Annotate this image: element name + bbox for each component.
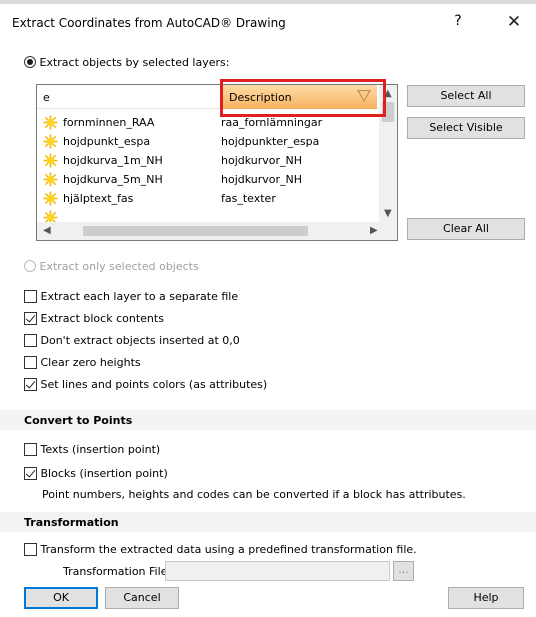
select-visible-button[interactable]: Select Visible	[407, 117, 525, 139]
skip-origin-checkbox[interactable]: Don't extract objects inserted at 0,0	[24, 334, 240, 347]
layer-sun-icon	[43, 153, 58, 168]
layer-name: hjälptext_fas	[63, 192, 134, 205]
horizontal-scrollbar[interactable]: ◀ ▶	[37, 222, 397, 240]
top-edge-strip	[0, 0, 536, 4]
scroll-right-icon[interactable]: ▶	[370, 226, 378, 236]
checkbox-indicator[interactable]	[24, 443, 37, 456]
radio-indicator[interactable]	[24, 260, 36, 272]
block-contents-checkbox[interactable]: Extract block contents	[24, 312, 164, 325]
ok-button[interactable]: OK	[24, 587, 98, 609]
layer-name: hojdkurva_5m_NH	[63, 173, 163, 186]
transformation-file-input[interactable]	[165, 561, 390, 581]
layer-sun-icon	[43, 115, 58, 130]
set-colors-label: Set lines and points colors (as attribut…	[40, 378, 268, 391]
list-item[interactable]: hjälptext_fas fas_texter	[37, 189, 379, 208]
texts-label: Texts (insertion point)	[40, 443, 161, 456]
checkbox-indicator[interactable]	[24, 356, 37, 369]
scroll-left-icon[interactable]: ◀	[43, 226, 51, 236]
scroll-down-icon[interactable]: ▼	[384, 209, 392, 219]
extract-only-selected-radio[interactable]: Extract only selected objects	[24, 260, 199, 273]
browse-button[interactable]: ...	[393, 561, 414, 581]
layer-description: raa_fornlämningar	[221, 116, 323, 129]
list-item[interactable]: hojdpunkt_espa hojdpunkter_espa	[37, 132, 379, 151]
clear-all-button[interactable]: Clear All	[407, 218, 525, 240]
skip-origin-label: Don't extract objects inserted at 0,0	[40, 334, 240, 347]
layer-sun-icon	[43, 134, 58, 149]
separate-file-label: Extract each layer to a separate file	[40, 290, 239, 303]
layer-name: fornminnen_RAA	[63, 116, 155, 129]
checkbox-indicator[interactable]	[24, 334, 37, 347]
transformation-heading: Transformation	[24, 516, 119, 529]
select-all-button[interactable]: Select All	[407, 85, 525, 107]
layer-description: hojdkurvor_NH	[221, 154, 303, 167]
horizontal-scroll-thumb[interactable]	[83, 226, 308, 236]
checkbox-indicator[interactable]	[24, 467, 37, 480]
convert-note: Point numbers, heights and codes can be …	[42, 488, 466, 501]
layer-description: hojdpunkter_espa	[221, 135, 320, 148]
list-item[interactable]: hojdkurva_5m_NH hojdkurvor_NH	[37, 170, 379, 189]
clear-zero-heights-checkbox[interactable]: Clear zero heights	[24, 356, 141, 369]
checkbox-indicator[interactable]	[24, 378, 37, 391]
blocks-label: Blocks (insertion point)	[40, 467, 168, 480]
annotation-highlight-box	[220, 79, 386, 117]
texts-checkbox[interactable]: Texts (insertion point)	[24, 443, 160, 456]
layer-name: hojdkurva_1m_NH	[63, 154, 163, 167]
layer-sun-icon	[43, 191, 58, 206]
window-title: Extract Coordinates from AutoCAD® Drawin…	[12, 16, 286, 30]
help-icon[interactable]: ?	[450, 13, 466, 29]
radio-indicator[interactable]	[24, 56, 36, 68]
set-colors-checkbox[interactable]: Set lines and points colors (as attribut…	[24, 378, 267, 391]
checkbox-indicator[interactable]	[24, 290, 37, 303]
separate-file-checkbox[interactable]: Extract each layer to a separate file	[24, 290, 238, 303]
list-item[interactable]: hojdkurva_1m_NH hojdkurvor_NH	[37, 151, 379, 170]
clear-zero-heights-label: Clear zero heights	[40, 356, 141, 369]
help-button[interactable]: Help	[448, 587, 524, 609]
layer-description: fas_texter	[221, 192, 276, 205]
layer-sun-icon	[43, 172, 58, 187]
block-contents-label: Extract block contents	[40, 312, 164, 325]
close-icon[interactable]: ✕	[500, 10, 528, 34]
blocks-checkbox[interactable]: Blocks (insertion point)	[24, 467, 168, 480]
transform-checkbox[interactable]: Transform the extracted data using a pre…	[24, 543, 417, 556]
extract-by-layers-radio[interactable]: Extract objects by selected layers:	[24, 56, 229, 69]
cancel-button[interactable]: Cancel	[105, 587, 179, 609]
layer-name: hojdpunkt_espa	[63, 135, 151, 148]
convert-heading: Convert to Points	[24, 414, 133, 427]
layer-description: hojdkurvor_NH	[221, 173, 303, 186]
checkbox-indicator[interactable]	[24, 312, 37, 325]
transform-label: Transform the extracted data using a pre…	[40, 543, 417, 556]
checkbox-indicator[interactable]	[24, 543, 37, 556]
column-header-name[interactable]: e	[43, 91, 50, 104]
extract-by-layers-label: Extract objects by selected layers:	[39, 56, 230, 69]
extract-only-selected-label: Extract only selected objects	[39, 260, 199, 273]
transformation-file-label: Transformation File:	[63, 565, 172, 578]
